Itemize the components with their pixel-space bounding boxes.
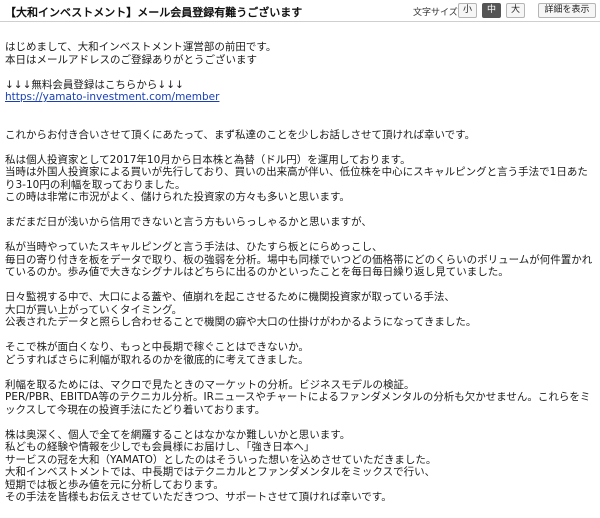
paragraph-4-line-2: 大口が買い上がっていくタイミング。 <box>5 303 183 316</box>
font-size-medium-button[interactable]: 中 <box>482 3 501 18</box>
paragraph-7-line-6: その手法を皆様もお伝えさせていただきつつ、サポートさせて頂ければ幸いです。 <box>5 491 392 503</box>
paragraph-3-line-1: 私が当時やっていたスキャルピングと言う手法は、ひたすら板とにらめっこし、 <box>5 241 383 253</box>
font-size-small-button[interactable]: 小 <box>458 3 477 18</box>
paragraph-2-line-1: まだまだ日が浅いから信用できないと言う方もいらっしゃるかと思いますが、 <box>5 216 372 228</box>
paragraph-1-line-3: この時は非常に市況がよく、儲けられた投資家の方々も多いと思います。 <box>5 191 350 203</box>
paragraph-1-line-2: 当時は外国人投資家による買いが先行しており、買いの出来高が伴い、低位株を中心にス… <box>5 166 588 191</box>
paragraph-3-line-2: 毎日の寄り付きを板をデータで取り、板の強弱を分析。場中も同様でいつどの価格帯にど… <box>5 253 593 279</box>
paragraph-3: 私が当時やっていたスキャルピングと言う手法は、ひたすら板とにらめっこし、 毎日の… <box>5 241 595 279</box>
paragraph-1-line-1: 私は個人投資家として2017年10月から日本株と為替（ドル円）を運用しております… <box>5 153 411 166</box>
paragraph-2: まだまだ日が浅いから信用できないと言う方もいらっしゃるかと思いますが、 <box>5 216 595 229</box>
paragraph-4-line-3: 公表されたデータと照らし合わせることで機関の癖や大口の仕掛けがわかるようになって… <box>5 316 477 328</box>
paragraph-7-line-3: サービスの冠を大和（YAMATO）としたのはそういった想いを込めさせていただきま… <box>5 453 437 466</box>
paragraph-6: 利幅を取るためには、マクロで見たときのマーケットの分析。ビジネスモデルの検証。 … <box>5 379 595 417</box>
paragraph-6-line-2: PER/PBR、EBITDA等のテクニカル分析。IRニュースやチャートによるファ… <box>5 391 591 416</box>
greeting-line-1: はじめまして、大和インベストメント運営部の前田です。 <box>5 41 277 53</box>
paragraph-6-line-1: 利幅を取るためには、マクロで見たときのマーケットの分析。ビジネスモデルの検証。 <box>5 378 415 391</box>
show-details-button[interactable]: 詳細を表示 <box>538 3 596 18</box>
message-header: 【大和インベストメント】メール会員登録有難うございます 文字サイズ: 小 中 大… <box>0 0 600 22</box>
signup-paragraph: ↓↓↓無料会員登録はこちらから↓↓↓ https://yamato-invest… <box>5 79 595 104</box>
paragraph-7-line-2: 私どもの経験や情報を少しでも会員様にお届けし、「強き日本へ」 <box>5 441 315 453</box>
paragraph-7-line-4: 大和インベストメントでは、中長期ではテクニカルとファンダメンタルをミックスで行い… <box>5 466 436 478</box>
font-size-large-button[interactable]: 大 <box>506 3 525 18</box>
signup-lead: ↓↓↓無料会員登録はこちらから↓↓↓ <box>5 78 184 91</box>
paragraph-5: そこで株が面白くなり、もっと中長期で稼ぐことはできないか。 どうすればさらに利幅… <box>5 341 595 366</box>
paragraph-5-line-1: そこで株が面白くなり、もっと中長期で稼ぐことはできないか。 <box>5 341 309 353</box>
email-subject: 【大和インベストメント】メール会員登録有難うございます <box>5 6 303 19</box>
paragraph-5-line-2: どうすればさらに利幅が取れるのかを徹底的に考えてきました。 <box>5 353 309 366</box>
font-size-label: 文字サイズ: <box>413 8 461 18</box>
greeting-line-2: 本日はメールアドレスのご登録ありがとうございます <box>5 53 257 66</box>
paragraph-1: 私は個人投資家として2017年10月から日本株と為替（ドル円）を運用しております… <box>5 154 595 204</box>
paragraph-4-line-1: 日々監視する中で、大口による蓋や、値崩れを起こさせるために機関投資家が取っている… <box>5 291 455 303</box>
paragraph-7-line-1: 株は奥深く、個人で全てを網羅することはなかなか難しいかと思います。 <box>5 428 351 441</box>
paragraph-7: 株は奥深く、個人で全てを網羅することはなかなか難しいかと思います。 私どもの経験… <box>5 429 595 504</box>
paragraph-7-line-5: 短期では板と歩み値を元に分析しております。 <box>5 478 224 491</box>
paragraph-4: 日々監視する中で、大口による蓋や、値崩れを起こさせるために機関投資家が取っている… <box>5 291 595 329</box>
intro-paragraph: これからお付き合いさせて頂くにあたって、まず私達のことを少しお話しさせて頂ければ… <box>5 129 595 142</box>
signup-link[interactable]: https://yamato-investment.com/member <box>5 91 595 104</box>
email-body: はじめまして、大和インベストメント運営部の前田です。 本日はメールアドレスのご登… <box>5 41 595 516</box>
greeting-paragraph: はじめまして、大和インベストメント運営部の前田です。 本日はメールアドレスのご登… <box>5 41 595 66</box>
intro-line: これからお付き合いさせて頂くにあたって、まず私達のことを少しお話しさせて頂ければ… <box>5 128 476 141</box>
